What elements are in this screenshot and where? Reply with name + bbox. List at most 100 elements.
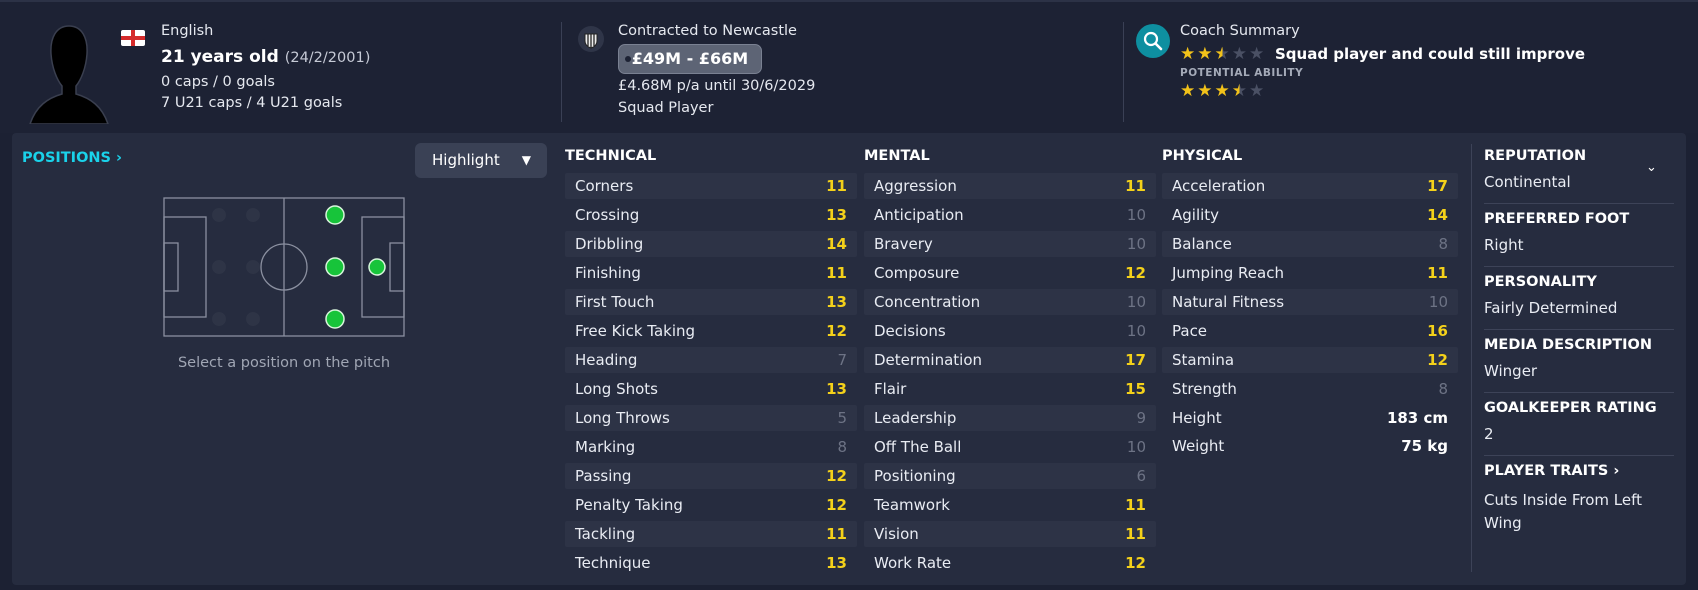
- attribute-row[interactable]: Heading 7: [565, 347, 857, 373]
- attribute-name: Decisions: [874, 322, 946, 340]
- attribute-row[interactable]: Strength 8: [1162, 376, 1458, 402]
- attribute-row[interactable]: Acceleration 17: [1162, 173, 1458, 199]
- physical-title: PHYSICAL: [1162, 148, 1243, 164]
- attribute-value: 5: [837, 409, 847, 427]
- star-icon: ★: [1180, 44, 1196, 64]
- attribute-value: 13: [826, 380, 847, 398]
- attribute-value: 17: [1427, 177, 1448, 195]
- pitch-caption: Select a position on the pitch: [177, 355, 391, 371]
- attribute-name: Long Throws: [575, 409, 670, 427]
- attribute-row[interactable]: Positioning 6: [864, 463, 1156, 489]
- attribute-row[interactable]: Determination 17: [864, 347, 1156, 373]
- squad-status: Squad Player: [618, 100, 714, 116]
- value-dot-icon: [625, 56, 631, 62]
- attribute-value: 14: [826, 235, 847, 253]
- attribute-row[interactable]: Leadership 9: [864, 405, 1156, 431]
- personality-title: PERSONALITY: [1484, 274, 1597, 290]
- technical-title: TECHNICAL: [565, 148, 657, 164]
- attribute-row[interactable]: Vision 11: [864, 521, 1156, 547]
- attribute-row[interactable]: Jumping Reach 11: [1162, 260, 1458, 286]
- attribute-name: Strength: [1172, 380, 1237, 398]
- attribute-value: 8: [1438, 235, 1448, 253]
- age: 21 years old (24/2/2001): [161, 47, 370, 67]
- attribute-row[interactable]: Composure 12: [864, 260, 1156, 286]
- attribute-row[interactable]: Flair 15: [864, 376, 1156, 402]
- attribute-row[interactable]: Decisions 10: [864, 318, 1156, 344]
- attribute-name: Leadership: [874, 409, 957, 427]
- empty-star-icon: ★: [1249, 44, 1265, 64]
- header-divider: [561, 22, 562, 122]
- attribute-name: Work Rate: [874, 554, 952, 572]
- attribute-row[interactable]: Passing 12: [565, 463, 857, 489]
- attribute-row[interactable]: Marking 8: [565, 434, 857, 460]
- position-dot-amc[interactable]: [325, 257, 345, 277]
- attribute-row[interactable]: Finishing 11: [565, 260, 857, 286]
- chevron-right-icon: ›: [1613, 463, 1620, 479]
- position-dot-aml[interactable]: [325, 205, 345, 225]
- star-icon: ★: [1197, 81, 1213, 101]
- attribute-row[interactable]: Corners 11: [565, 173, 857, 199]
- attribute-row[interactable]: Work Rate 12: [864, 550, 1156, 576]
- attribute-row[interactable]: Natural Fitness 10: [1162, 289, 1458, 315]
- half-star-icon: ★: [1231, 81, 1247, 101]
- current-ability-stars: ★ ★ ★ ★ ★: [1180, 45, 1264, 63]
- attribute-name: Finishing: [575, 264, 641, 282]
- potential-ability-label: POTENTIAL ABILITY: [1180, 67, 1304, 79]
- attribute-name: Aggression: [874, 177, 957, 195]
- attribute-value: 11: [1125, 525, 1146, 543]
- chevron-right-icon: ›: [116, 150, 123, 166]
- attribute-row[interactable]: Teamwork 11: [864, 492, 1156, 518]
- attribute-row[interactable]: Stamina 12: [1162, 347, 1458, 373]
- positions-label: POSITIONS: [22, 150, 111, 166]
- highlight-dropdown[interactable]: Highlight ▼: [415, 143, 547, 178]
- highlight-dropdown-label: Highlight: [432, 151, 500, 169]
- attribute-row[interactable]: Dribbling 14: [565, 231, 857, 257]
- attribute-row[interactable]: Penalty Taking 12: [565, 492, 857, 518]
- attribute-row[interactable]: Technique 13: [565, 550, 857, 576]
- attribute-value: 12: [1125, 264, 1146, 282]
- attribute-name: Balance: [1172, 235, 1232, 253]
- attribute-name: Jumping Reach: [1172, 264, 1284, 282]
- goalkeeper-rating-title: GOALKEEPER RATING: [1484, 400, 1657, 416]
- attribute-row[interactable]: Aggression 11: [864, 173, 1156, 199]
- attribute-row[interactable]: Crossing 13: [565, 202, 857, 228]
- height-label: Height: [1172, 409, 1222, 427]
- coach-report-button[interactable]: [1136, 24, 1170, 58]
- caps-goals: 0 caps / 0 goals: [161, 74, 275, 90]
- attribute-row[interactable]: Long Shots 13: [565, 376, 857, 402]
- attribute-value: 10: [1126, 438, 1146, 456]
- empty-star-icon: ★: [1231, 44, 1247, 64]
- positions-link[interactable]: POSITIONS ›: [22, 150, 122, 166]
- attribute-row[interactable]: Pace 16: [1162, 318, 1458, 344]
- attribute-name: Composure: [874, 264, 960, 282]
- attribute-row[interactable]: Off The Ball 10: [864, 434, 1156, 460]
- chevron-down-icon[interactable]: ⌄: [1646, 160, 1657, 175]
- position-dot-st[interactable]: [368, 258, 386, 276]
- attribute-value: 10: [1126, 293, 1146, 311]
- transfer-value-pill[interactable]: £49M - £66M: [618, 44, 762, 74]
- attribute-row[interactable]: Bravery 10: [864, 231, 1156, 257]
- attribute-row[interactable]: First Touch 13: [565, 289, 857, 315]
- player-traits-link[interactable]: PLAYER TRAITS ›: [1484, 463, 1619, 479]
- attribute-row[interactable]: Agility 14: [1162, 202, 1458, 228]
- position-dot-amr[interactable]: [325, 309, 345, 329]
- transfer-value: £49M - £66M: [631, 49, 749, 68]
- attribute-row[interactable]: Balance 8: [1162, 231, 1458, 257]
- attribute-row[interactable]: Free Kick Taking 12: [565, 318, 857, 344]
- attribute-name: Free Kick Taking: [575, 322, 696, 340]
- position-pitch[interactable]: [163, 197, 405, 337]
- media-description-value: Winger: [1484, 362, 1538, 380]
- attribute-name: Off The Ball: [874, 438, 962, 456]
- attribute-row[interactable]: Tackling 11: [565, 521, 857, 547]
- attribute-row[interactable]: Concentration 10: [864, 289, 1156, 315]
- potential-ability-stars: ★ ★ ★ ★ ★: [1180, 82, 1264, 100]
- attribute-name: Positioning: [874, 467, 956, 485]
- attribute-value: 16: [1427, 322, 1448, 340]
- england-flag-icon: [121, 30, 145, 46]
- divider: [1484, 329, 1674, 330]
- weight-value: 75 kg: [1401, 437, 1448, 455]
- star-icon: ★: [1197, 44, 1213, 64]
- attribute-name: Penalty Taking: [575, 496, 683, 514]
- attribute-row[interactable]: Anticipation 10: [864, 202, 1156, 228]
- attribute-row[interactable]: Long Throws 5: [565, 405, 857, 431]
